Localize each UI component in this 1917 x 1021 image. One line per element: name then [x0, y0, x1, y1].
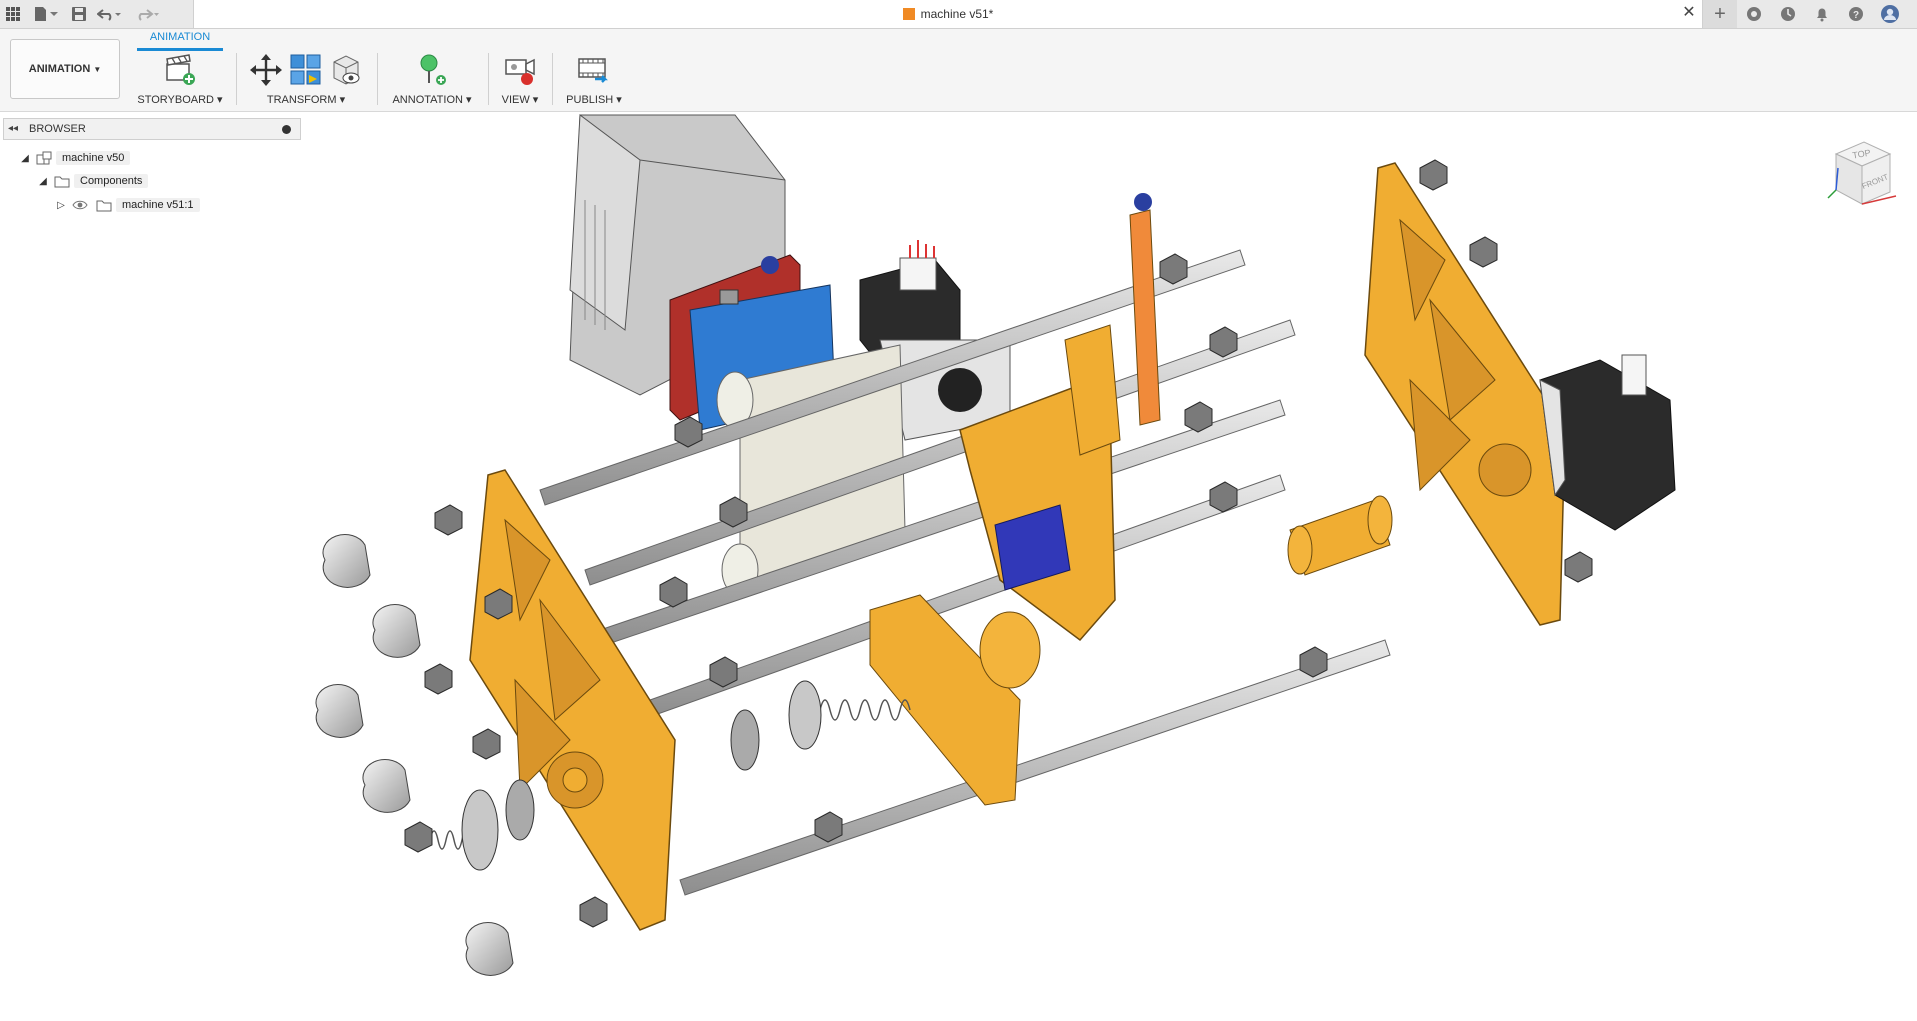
new-tab-icon[interactable]: +: [1703, 0, 1737, 28]
extensions-icon[interactable]: [1737, 0, 1771, 28]
save-icon[interactable]: [66, 1, 92, 27]
move-icon: [250, 54, 282, 86]
storyboard-icon: [166, 54, 195, 85]
view-label: VIEW ▾: [501, 94, 539, 106]
publish-video-icon: [578, 58, 608, 83]
quick-access-toolbar: [0, 0, 192, 28]
view-group[interactable]: VIEW ▾: [492, 51, 548, 109]
divider: [488, 53, 489, 105]
annotation-icon: [420, 54, 446, 85]
chevron-down-icon: ▼: [93, 64, 102, 74]
svg-text:?: ?: [1853, 10, 1859, 21]
document-title: machine v51*: [920, 7, 994, 21]
shaft-coupler[interactable]: [1287, 495, 1393, 576]
help-icon[interactable]: ?: [1839, 0, 1873, 28]
restore-home-icon: [333, 55, 360, 85]
workspace-label: ANIMATION: [28, 63, 91, 75]
close-icon[interactable]: ✕: [1680, 4, 1698, 22]
redo-icon[interactable]: [128, 1, 164, 27]
publish-label: PUBLISH ▾: [566, 94, 622, 106]
divider: [377, 53, 378, 105]
camera-record-icon: [505, 58, 535, 85]
annotation-label: ANNOTATION ▾: [392, 94, 472, 106]
right-toolbar: + ?: [1703, 0, 1917, 28]
right-frame-plate[interactable]: [1364, 162, 1566, 626]
storyboard-group[interactable]: STORYBOARD ▾: [132, 51, 228, 109]
divider: [552, 53, 553, 105]
transform-components-icon: [290, 54, 321, 85]
tab-animation[interactable]: ANIMATION: [137, 31, 223, 43]
grid-icon[interactable]: [0, 1, 26, 27]
document-tab[interactable]: machine v51* ✕: [193, 0, 1703, 28]
transform-label: TRANSFORM ▾: [266, 94, 346, 106]
annotation-group[interactable]: ANNOTATION ▾: [384, 51, 480, 109]
divider: [236, 53, 237, 105]
notifications-icon[interactable]: [1805, 0, 1839, 28]
ribbon-toolbar: ANIMATION ▼ ANIMATION STORYBOARD ▾ TRANS…: [0, 29, 1917, 112]
file-icon[interactable]: [26, 1, 66, 27]
title-bar: machine v51* ✕ + ?: [0, 0, 1917, 29]
undo-icon[interactable]: [92, 1, 128, 27]
left-frame-plate[interactable]: [469, 469, 676, 931]
document-icon: [902, 8, 915, 20]
storyboard-label: STORYBOARD ▾: [137, 94, 223, 106]
publish-group[interactable]: PUBLISH ▾: [556, 51, 632, 109]
transform-group[interactable]: TRANSFORM ▾: [242, 51, 370, 109]
job-status-icon[interactable]: [1771, 0, 1805, 28]
user-avatar-icon[interactable]: [1873, 0, 1907, 28]
workspace-switcher[interactable]: ANIMATION ▼: [10, 39, 120, 99]
3d-viewport[interactable]: [0, 112, 1917, 1021]
